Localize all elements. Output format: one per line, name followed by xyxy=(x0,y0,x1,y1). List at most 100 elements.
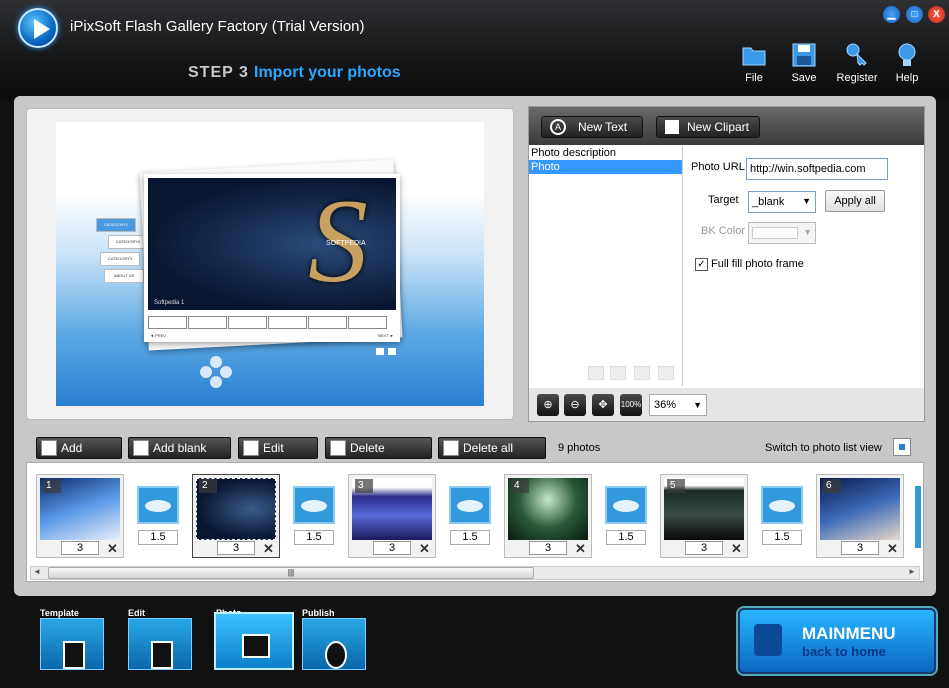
zoom-out-icon[interactable]: ⊖ xyxy=(564,394,586,416)
step-edit-button[interactable]: Edit xyxy=(128,608,208,670)
sound-icon[interactable] xyxy=(376,348,384,355)
mini-thumb[interactable] xyxy=(308,316,347,329)
full-fill-checkbox[interactable]: ✓ xyxy=(695,258,708,271)
mini-thumb[interactable] xyxy=(148,316,187,329)
mini-thumb[interactable] xyxy=(268,316,307,329)
remove-icon[interactable]: ✕ xyxy=(263,541,274,557)
transition-duration[interactable]: 1.5 xyxy=(762,530,802,545)
edit-photo-button[interactable]: Edit photo xyxy=(238,437,318,475)
remove-icon[interactable]: ✕ xyxy=(107,541,118,557)
transition-item[interactable]: 1.5 xyxy=(291,486,337,548)
photo-url-label: Photo URL xyxy=(691,161,745,173)
transition-item[interactable]: 1.5 xyxy=(759,486,805,548)
chevron-down-icon: ▼ xyxy=(802,196,811,206)
delete-all-photos-button[interactable]: Delete all photos xyxy=(438,437,546,475)
edit-photo-icon xyxy=(243,440,259,456)
category-tab[interactable]: ABOUT US xyxy=(104,269,144,283)
photo-thumbnail[interactable]: 2 3 ✕ xyxy=(192,474,280,558)
category-tab[interactable]: CATEGORY1 xyxy=(96,218,136,232)
new-text-button[interactable]: A New Text xyxy=(541,116,643,138)
list-item-photo[interactable]: Photo xyxy=(529,160,682,174)
remove-icon[interactable]: ✕ xyxy=(887,541,898,557)
category-tab[interactable]: CATEGORY3 xyxy=(100,252,140,266)
back-arrow-icon xyxy=(754,624,782,656)
register-label: Register xyxy=(836,72,878,84)
transition-item[interactable]: 1.5 xyxy=(447,486,493,548)
help-button[interactable]: Help xyxy=(882,42,932,84)
transition-icon xyxy=(449,486,491,524)
zoom-100-icon[interactable]: 100% xyxy=(620,394,642,416)
transition-item-partial[interactable] xyxy=(915,486,921,548)
duration-field[interactable]: 3 xyxy=(217,541,255,555)
target-select[interactable]: _blank ▼ xyxy=(748,191,816,213)
add-photos-button[interactable]: Add photos xyxy=(36,437,122,475)
transition-item[interactable]: 1.5 xyxy=(603,486,649,548)
scrollbar-thumb[interactable]: ||| xyxy=(48,567,534,579)
transition-duration[interactable]: 1.5 xyxy=(138,530,178,545)
remove-icon[interactable]: ✕ xyxy=(731,541,742,557)
photo-thumbnail[interactable]: 4 3 ✕ xyxy=(504,474,592,558)
folder-icon xyxy=(742,47,766,66)
file-button[interactable]: File xyxy=(729,42,779,84)
mini-thumb[interactable] xyxy=(348,316,387,329)
step-publish-button[interactable]: Publish xyxy=(302,608,382,670)
transition-duration[interactable]: 1.5 xyxy=(450,530,490,545)
apply-all-button[interactable]: Apply all xyxy=(825,190,885,212)
duration-field[interactable]: 3 xyxy=(841,541,879,555)
blank-frame-icon xyxy=(133,440,149,456)
prev-link[interactable]: ◄ PREV xyxy=(150,333,166,338)
list-view-icon[interactable] xyxy=(893,438,911,456)
minimize-button[interactable]: ▁ xyxy=(883,6,900,23)
move-icon[interactable]: ✥ xyxy=(592,394,614,416)
save-button[interactable]: Save xyxy=(779,42,829,84)
delete-selection-button[interactable]: Delete selection xyxy=(325,437,432,475)
scroll-right-icon[interactable]: ► xyxy=(908,567,916,576)
mini-thumb[interactable] xyxy=(188,316,227,329)
category-menu: CATEGORY1 CATEGORY2 CATEGORY3 ABOUT US xyxy=(96,218,148,283)
maximize-button[interactable]: □ xyxy=(906,6,923,23)
zoom-in-icon[interactable]: ⊕ xyxy=(537,394,559,416)
lightbulb-icon xyxy=(898,43,916,66)
transition-item[interactable]: 1.5 xyxy=(135,486,181,548)
zoom-select[interactable]: 36% ▼ xyxy=(649,394,707,416)
register-button[interactable]: Register xyxy=(832,42,882,84)
step-photo-button[interactable]: Photo xyxy=(214,608,296,670)
photo-thumbnail[interactable]: 5 3 ✕ xyxy=(660,474,748,558)
remove-icon[interactable]: ✕ xyxy=(575,541,586,557)
play-icon[interactable] xyxy=(388,348,396,355)
photo-count: 9 photos xyxy=(558,442,601,454)
scroll-left-icon[interactable]: ◄ xyxy=(33,567,41,576)
photo-thumbnail[interactable]: 6 3 ✕ xyxy=(816,474,904,558)
edit-disabled-icon[interactable] xyxy=(634,366,650,380)
switch-view-label[interactable]: Switch to photo list view xyxy=(765,442,882,454)
step-number: STEP 3 xyxy=(188,64,249,81)
photo-url-input[interactable]: http://win.softpedia.com xyxy=(746,158,888,180)
transition-duration[interactable]: 1.5 xyxy=(294,530,334,545)
duration-field[interactable]: 3 xyxy=(373,541,411,555)
add-blank-frame-button[interactable]: Add blank frame xyxy=(128,437,231,475)
preview-thumbnails xyxy=(148,316,398,330)
move-up-icon[interactable] xyxy=(588,366,604,380)
close-button[interactable]: X xyxy=(928,6,945,23)
chevron-down-icon: ▼ xyxy=(693,400,702,410)
duration-field[interactable]: 3 xyxy=(61,541,99,555)
photo-thumbnail[interactable]: 3 3 ✕ xyxy=(348,474,436,558)
transition-duration[interactable]: 1.5 xyxy=(606,530,646,545)
duration-field[interactable]: 3 xyxy=(529,541,567,555)
zoom-bar xyxy=(529,388,924,421)
bk-color-picker[interactable]: ▼ xyxy=(748,222,816,244)
photo-thumbnail[interactable]: 1 3 ✕ xyxy=(36,474,124,558)
new-clipart-button[interactable]: New Clipart xyxy=(656,116,760,138)
clipart-icon xyxy=(665,120,679,134)
step-template-button[interactable]: Template xyxy=(40,608,120,670)
next-link[interactable]: NEXT ► xyxy=(378,333,394,338)
list-item-photo-description[interactable]: Photo description xyxy=(529,146,682,160)
transition-icon xyxy=(761,486,803,524)
photos-icon xyxy=(242,634,270,658)
trash-disabled-icon[interactable] xyxy=(658,366,674,380)
move-down-icon[interactable] xyxy=(610,366,626,380)
duration-field[interactable]: 3 xyxy=(685,541,723,555)
remove-icon[interactable]: ✕ xyxy=(419,541,430,557)
mini-thumb[interactable] xyxy=(228,316,267,329)
element-list: Photo description Photo xyxy=(529,146,683,386)
